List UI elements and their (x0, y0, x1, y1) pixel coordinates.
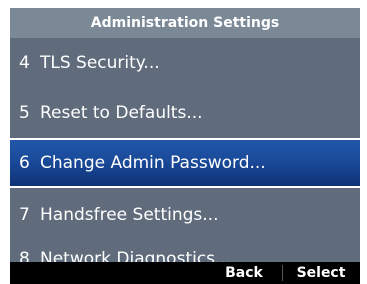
menu-item-label: Reset to Defaults... (40, 103, 203, 123)
menu-item-label: Handsfree Settings... (40, 205, 219, 225)
select-button[interactable]: Select (282, 262, 360, 284)
menu-item-number: 4 (19, 53, 30, 73)
menu-item-change-admin-password[interactable]: 6 Change Admin Password... (10, 138, 360, 188)
menu-item-label: Network Diagnostics... (40, 249, 232, 262)
menu-item-number: 7 (19, 205, 30, 225)
settings-menu: 4 TLS Security... 5 Reset to Defaults...… (10, 38, 360, 262)
menu-item-label: TLS Security... (40, 53, 160, 73)
menu-item-reset-to-defaults[interactable]: 5 Reset to Defaults... (10, 88, 360, 138)
page-title: Administration Settings (10, 8, 360, 38)
phone-screen: Administration Settings 4 TLS Security..… (10, 8, 360, 284)
softkey-bar: Back Select (10, 262, 360, 284)
menu-item-label: Change Admin Password... (40, 153, 266, 173)
menu-item-number: 5 (19, 103, 30, 123)
menu-item-number: 6 (19, 153, 30, 173)
menu-item-tls-security[interactable]: 4 TLS Security... (10, 38, 360, 88)
menu-item-handsfree-settings[interactable]: 7 Handsfree Settings... (10, 190, 360, 240)
menu-item-number: 8 (19, 249, 30, 262)
back-button[interactable]: Back (206, 262, 282, 284)
menu-item-network-diagnostics[interactable]: 8 Network Diagnostics... (10, 234, 360, 262)
